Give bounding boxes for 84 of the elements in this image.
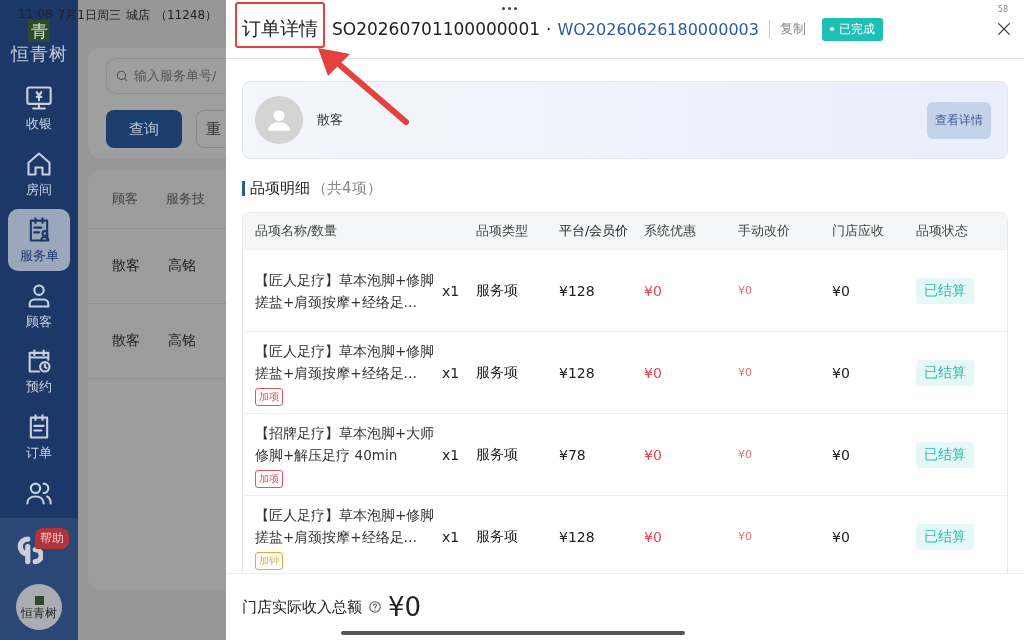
receivable: ¥0 [832,282,851,299]
price: ¥78 [559,446,587,463]
column-header: 顾客 [112,190,138,208]
receivable: ¥0 [832,364,851,381]
total-amount: ¥0 [388,592,422,622]
column-header: 品项名称/数量 [255,222,339,240]
settled-status: 已结算 [916,359,974,386]
item-name: 【匠人足疗】草本泡脚+修脚搓盐+肩颈按摩+经络足… [255,270,436,312]
close-button[interactable] [996,21,1012,37]
work-order-link[interactable]: WO20260626180000003 [557,19,759,39]
reset-button[interactable]: 重 [196,110,225,148]
manual-price: ¥0 [738,448,753,461]
item-tag: 加钟 [255,551,283,570]
column-header: 品项状态 [916,222,969,240]
price: ¥128 [559,528,596,545]
drawer-title: 订单详情 [242,16,318,41]
item-tag: 加项 [255,469,283,488]
table-cell: 高铭 [168,257,196,275]
status-date: 7月1日周三 [57,7,121,24]
table-cell-text: 服务项 [476,445,519,464]
price: ¥128 [559,364,596,381]
store-code: （11248） [154,7,218,24]
table-cell: 散客 [112,332,140,350]
column-header: 平台/会员价 [559,222,630,240]
column-header: 系统优惠 [644,222,697,240]
table-cell: 高铭 [168,332,196,350]
item-count: （共4项） [312,179,382,198]
receivable: ¥0 [832,446,851,463]
column-header: 门店应收 [832,222,885,240]
nav-item[interactable]: 房间 [8,143,70,206]
separator-dot: · [546,19,552,39]
quantity: x1 [442,364,461,381]
column-header: 服务技 [166,190,205,208]
item-name: 【匠人足疗】草本泡脚+修脚搓盐+肩颈按摩+经络足… [255,341,436,383]
more-dots-icon[interactable] [502,7,517,10]
system-discount: ¥0 [644,528,663,545]
quantity: x1 [442,282,461,299]
total-label: 门店实际收入总额 [242,597,362,617]
column-header: 品项类型 [476,222,529,240]
table-cell-text: 服务项 [476,527,519,546]
query-button[interactable]: 查询 [106,110,182,148]
nav-item[interactable]: 服务单 [8,209,70,272]
help-badge[interactable]: 帮助 [35,528,69,550]
help-icon [368,600,382,614]
item-name: 【匠人足疗】草本泡脚+修脚搓盐+肩颈按摩+经络足… [255,505,436,547]
table-cell: 散客 [112,257,140,275]
nav-item[interactable]: 订单 [8,406,70,469]
service-order-number: SO20260701100000001 [332,19,541,39]
item-name: 【招牌足疗】草本泡脚+大师修脚+解压足疗 40min [255,423,436,465]
table-cell-text: 服务项 [476,281,519,300]
close-icon [996,21,1012,37]
manual-price: ¥0 [738,366,753,379]
logo-mark: 青 [28,20,50,42]
nav-item[interactable]: 预约 [8,340,70,403]
system-discount: ¥0 [644,282,663,299]
search-icon [115,69,129,83]
section-title: 品项明细 [250,179,310,198]
manual-price: ¥0 [738,284,753,297]
customer-name: 散客 [317,111,343,129]
store-avatar[interactable]: 恒青树 [16,584,62,631]
table-cell-text: 服务项 [476,363,519,382]
quantity: x1 [442,446,461,463]
corner-number: 58 [997,5,1008,14]
nav-item[interactable]: 收银 [8,77,70,140]
status-badge: 已完成 [821,17,883,41]
store-name: 城店 [125,7,150,24]
receivable: ¥0 [832,528,851,545]
copy-link[interactable]: 复制 [779,20,806,38]
settled-status: 已结算 [916,523,974,550]
brand-name: 恒青树 [10,42,68,66]
system-discount: ¥0 [644,364,663,381]
system-discount: ¥0 [644,446,663,463]
item-tag: 加项 [255,387,283,406]
price: ¥128 [559,282,596,299]
quantity: x1 [442,528,461,545]
column-header: 手动改价 [738,222,791,240]
avatar-icon [255,96,303,144]
nav-item[interactable]: 顾客 [8,275,70,337]
settled-status: 已结算 [916,441,974,468]
settled-status: 已结算 [916,277,974,304]
status-time: 11:08 [18,7,53,23]
view-details-button[interactable]: 查看详情 [927,101,991,139]
monitor-icon [25,84,53,113]
manual-price: ¥0 [738,530,753,543]
